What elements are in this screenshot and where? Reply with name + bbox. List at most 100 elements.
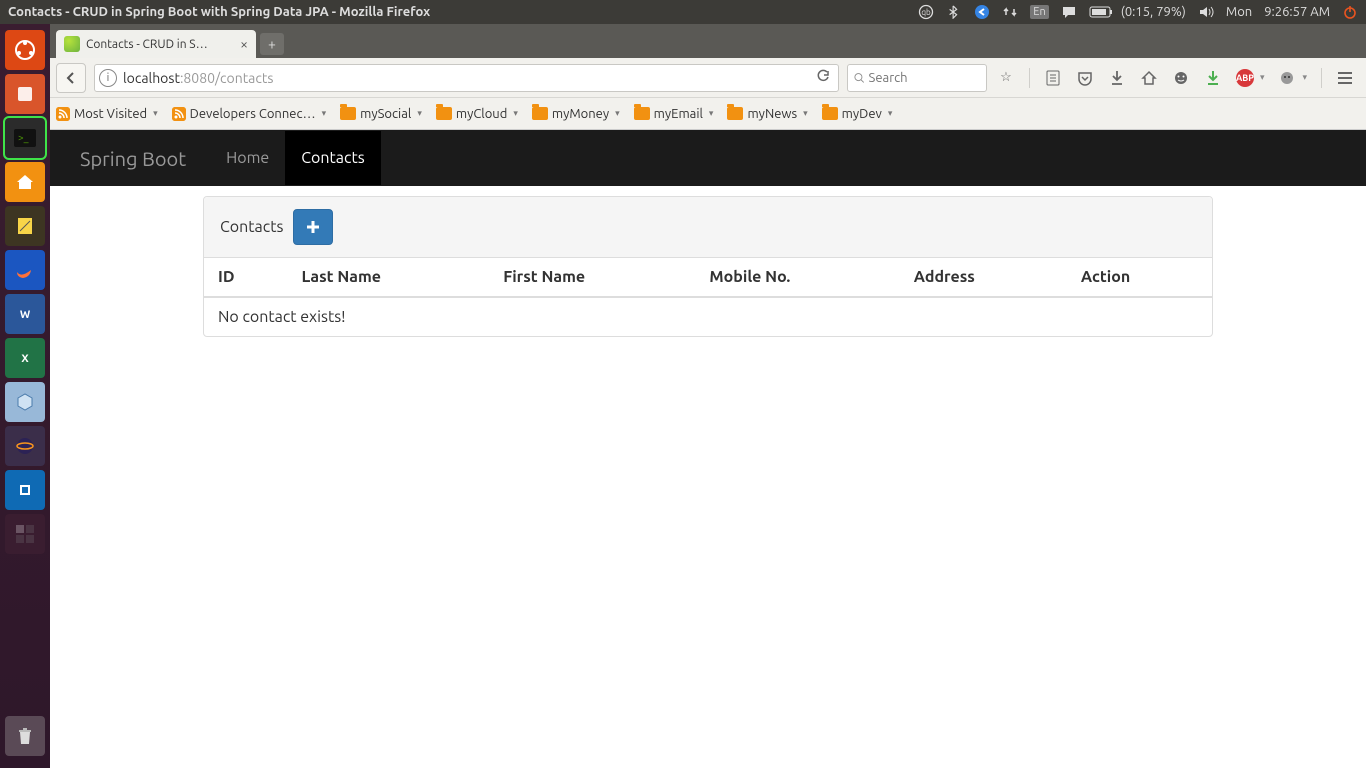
- bluetooth-icon[interactable]: [946, 4, 962, 20]
- launcher-home[interactable]: [5, 162, 45, 202]
- contacts-table: IDLast NameFirst NameMobile No.AddressAc…: [204, 258, 1212, 336]
- chevron-down-icon: ▾: [417, 108, 422, 119]
- bookmark-item[interactable]: myNews▾: [727, 107, 807, 121]
- folder-icon: [634, 107, 650, 120]
- back-button[interactable]: [56, 63, 86, 93]
- folder-icon: [436, 107, 452, 120]
- window-title: Contacts - CRUD in Spring Boot with Spri…: [8, 5, 430, 19]
- greasemonkey-icon[interactable]: [1278, 69, 1296, 87]
- empty-message: No contact exists!: [204, 297, 1212, 336]
- nav-link-home[interactable]: Home: [210, 131, 285, 185]
- bookmarks-bar: Most Visited▾Developers Connec…▾mySocial…: [50, 98, 1366, 130]
- column-header: ID: [204, 258, 287, 297]
- url-path: :8080/contacts: [180, 70, 274, 86]
- launcher-excel[interactable]: X: [5, 338, 45, 378]
- launcher-word[interactable]: W: [5, 294, 45, 334]
- bookmark-label: myEmail: [654, 107, 703, 121]
- reload-icon[interactable]: [812, 69, 834, 86]
- svg-text:X: X: [21, 353, 29, 365]
- network-icon[interactable]: [1002, 4, 1018, 20]
- new-tab-button[interactable]: +: [260, 33, 284, 55]
- launcher-firefox[interactable]: [5, 250, 45, 290]
- launcher-files[interactable]: [5, 74, 45, 114]
- search-bar[interactable]: [847, 64, 987, 92]
- column-header: Action: [1067, 258, 1212, 297]
- launcher-trash[interactable]: [5, 716, 45, 756]
- bookmark-label: mySocial: [360, 107, 411, 121]
- bookmark-item[interactable]: Most Visited ▾: [56, 107, 158, 121]
- power-icon[interactable]: [1342, 4, 1358, 20]
- bookmark-label: myMoney: [552, 107, 609, 121]
- url-host: localhost: [123, 70, 180, 86]
- tabstrip: Contacts - CRUD in S… × +: [50, 24, 1366, 58]
- launcher-terminal[interactable]: >_: [5, 118, 45, 158]
- unity-launcher: >_ W X: [0, 24, 50, 768]
- clock-day[interactable]: Mon: [1226, 5, 1252, 19]
- bookmark-item[interactable]: Developers Connec… ▾: [172, 107, 326, 121]
- separator: [1321, 68, 1322, 88]
- folder-icon: [532, 107, 548, 120]
- sync-icon[interactable]: [974, 4, 990, 20]
- chevron-down-icon: ▾: [709, 108, 714, 119]
- chevron-down-icon: ▾: [322, 108, 327, 119]
- abp-icon[interactable]: ABP: [1236, 69, 1254, 87]
- column-header: Mobile No.: [695, 258, 899, 297]
- url-text: localhost:8080/contacts: [123, 70, 812, 86]
- chevron-down-icon: ▾: [888, 108, 893, 119]
- abp-dropdown-icon[interactable]: ▾: [1260, 72, 1265, 83]
- search-input[interactable]: [869, 71, 980, 85]
- qbittorrent-icon[interactable]: qb: [918, 4, 934, 20]
- reading-list-icon[interactable]: [1044, 69, 1062, 87]
- bookmark-item[interactable]: mySocial ▾: [340, 107, 422, 121]
- home-icon[interactable]: [1140, 69, 1158, 87]
- launcher-dash[interactable]: [5, 30, 45, 70]
- launcher-brackets[interactable]: [5, 470, 45, 510]
- bookmark-star-icon[interactable]: ☆: [997, 69, 1015, 87]
- bookmark-item[interactable]: myDev ▾: [822, 107, 893, 121]
- volume-icon[interactable]: [1198, 4, 1214, 20]
- keyboard-lang[interactable]: En: [1030, 5, 1048, 19]
- launcher-virtualbox[interactable]: [5, 382, 45, 422]
- search-icon: [854, 72, 865, 84]
- bookmark-label: myCloud: [456, 107, 508, 121]
- tab-close-icon[interactable]: ×: [240, 36, 248, 52]
- bookmark-label: Developers Connec…: [190, 107, 316, 121]
- nav-link-contacts[interactable]: Contacts: [285, 131, 380, 185]
- url-bar[interactable]: i localhost:8080/contacts: [94, 64, 839, 92]
- chat-icon[interactable]: [1172, 69, 1190, 87]
- battery-indicator[interactable]: (0:15, 79%): [1089, 5, 1186, 19]
- add-contact-button[interactable]: [293, 209, 333, 245]
- pocket-icon[interactable]: [1076, 69, 1094, 87]
- chevron-down-icon: ▾: [153, 108, 158, 119]
- bookmark-item[interactable]: myEmail ▾: [634, 107, 714, 121]
- site-info-icon[interactable]: i: [99, 69, 117, 87]
- gm-dropdown-icon[interactable]: ▾: [1302, 72, 1307, 83]
- bookmark-item[interactable]: myCloud▾: [436, 107, 518, 121]
- clock-time[interactable]: 9:26:57 AM: [1264, 5, 1330, 19]
- table-empty-row: No contact exists!: [204, 297, 1212, 336]
- brand[interactable]: Spring Boot: [80, 147, 186, 170]
- panel-heading: Contacts: [204, 197, 1212, 258]
- system-menubar: Contacts - CRUD in Spring Boot with Spri…: [0, 0, 1366, 24]
- folder-icon: [822, 107, 838, 120]
- downloads-icon[interactable]: [1108, 69, 1126, 87]
- battery-text: (0:15, 79%): [1121, 5, 1186, 19]
- messages-icon[interactable]: [1061, 4, 1077, 20]
- site-navbar: Spring Boot HomeContacts: [50, 130, 1366, 186]
- firefox-window: Contacts - CRUD in S… × + i localhost:80…: [50, 24, 1366, 768]
- launcher-eclipse[interactable]: [5, 426, 45, 466]
- browser-tab[interactable]: Contacts - CRUD in S… ×: [56, 30, 256, 58]
- chevron-down-icon: ▾: [615, 108, 620, 119]
- launcher-notes[interactable]: [5, 206, 45, 246]
- svg-text:W: W: [20, 309, 31, 321]
- page-content: Spring Boot HomeContacts Contacts IDLast…: [50, 130, 1366, 768]
- rss-icon: [172, 107, 186, 121]
- column-header: Last Name: [287, 258, 489, 297]
- launcher-workspace[interactable]: [5, 514, 45, 554]
- bookmark-item[interactable]: myMoney ▾: [532, 107, 620, 121]
- hamburger-menu-icon[interactable]: [1336, 69, 1354, 87]
- bookmark-label: Most Visited: [74, 107, 147, 121]
- system-indicators: qb En (0:15, 79%) Mon 9:26:57 AM: [918, 4, 1358, 20]
- download-arrow-icon[interactable]: [1204, 69, 1222, 87]
- bookmark-label: myDev: [842, 107, 882, 121]
